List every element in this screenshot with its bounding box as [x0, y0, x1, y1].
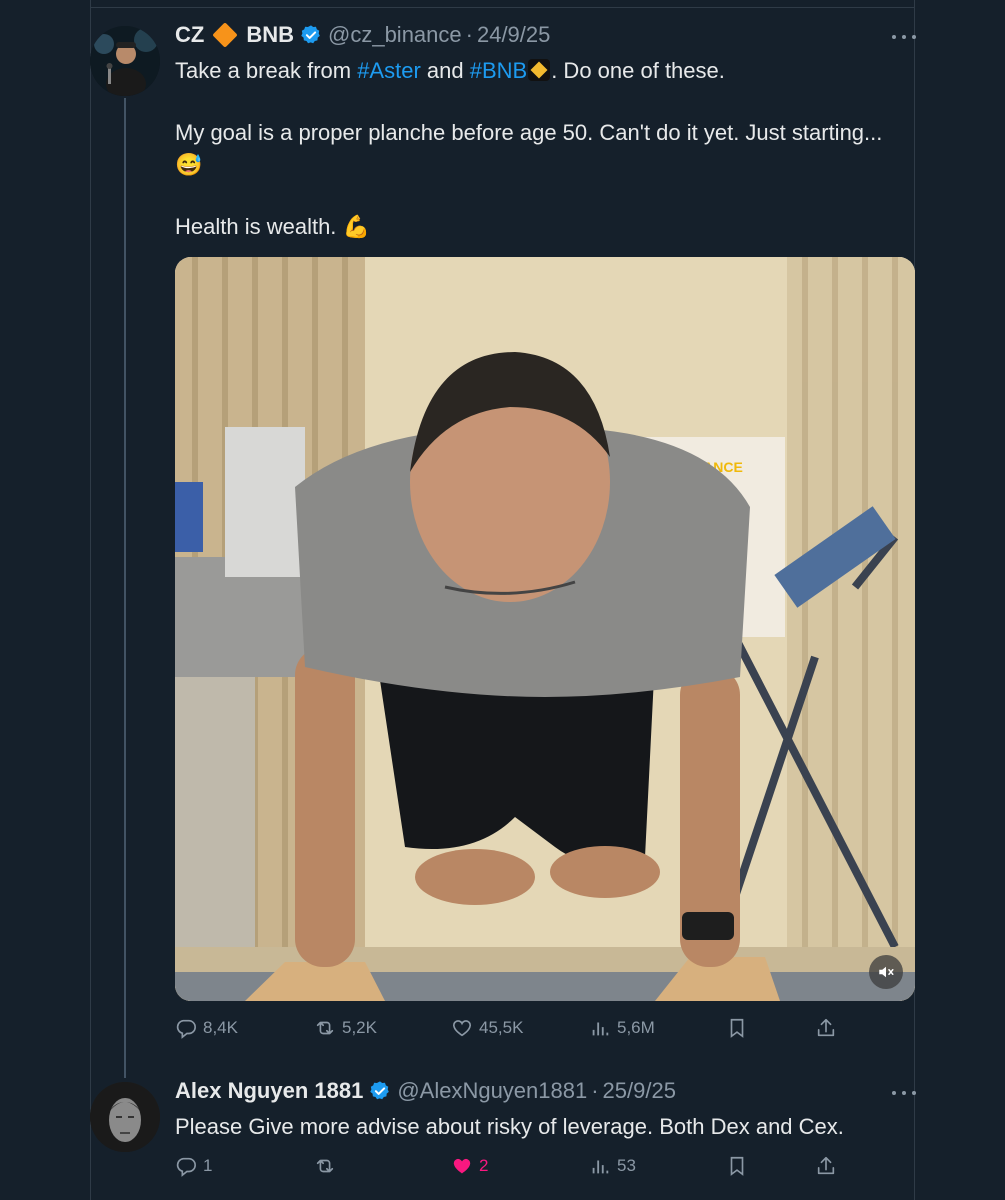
divider — [90, 7, 915, 8]
repost-icon — [316, 1159, 334, 1173]
author-name[interactable]: CZ — [175, 22, 204, 48]
post-header: CZ BNB @cz_binance · 24/9/25 — [175, 22, 550, 48]
reply-author-name[interactable]: Alex Nguyen 1881 — [175, 1078, 363, 1104]
verified-badge-icon — [370, 1081, 390, 1100]
like-button[interactable]: 45,5K — [451, 1017, 523, 1039]
reply-actions: 1 2 53 — [175, 1155, 875, 1179]
mute-button[interactable] — [869, 955, 903, 989]
video-frame-image: BINANCE — [175, 257, 915, 1001]
reply-count: 8,4K — [203, 1018, 238, 1037]
reply-header: Alex Nguyen 1881 @AlexNguyen1881 · 25/9/… — [175, 1078, 676, 1104]
post-video[interactable]: BINANCE — [175, 257, 915, 1001]
timeline-left-border — [90, 0, 91, 1200]
post-text-line1: Take a break from #Aster and #BNB . Do on… — [175, 56, 725, 86]
more-icon[interactable] — [892, 32, 916, 42]
repost-count: 5,2K — [342, 1018, 377, 1037]
views-icon — [592, 1022, 609, 1036]
views-icon — [592, 1160, 609, 1174]
reply-icon — [176, 1157, 196, 1177]
author-handle[interactable]: @cz_binance — [328, 22, 462, 48]
post-text-line3: Health is wealth. 💪 — [175, 212, 370, 242]
post-text-line2: My goal is a proper planche before age 5… — [175, 118, 882, 148]
bookmark-icon — [730, 1018, 744, 1038]
post-date[interactable]: 24/9/25 — [477, 22, 550, 48]
avatar-cz[interactable] — [90, 26, 160, 96]
repost-button[interactable] — [314, 1155, 336, 1177]
reply-text: Please Give more advise about risky of l… — [175, 1114, 844, 1139]
text-segment: . Do one of these. — [551, 58, 725, 83]
text-segment: Health is wealth. — [175, 214, 343, 239]
share-icon — [817, 1156, 835, 1175]
reply-date[interactable]: 25/9/25 — [603, 1078, 676, 1104]
emoji: 😅 — [175, 152, 203, 177]
author-name-bnb[interactable]: BNB — [246, 22, 294, 48]
avatar-cz-image — [90, 26, 160, 96]
mute-icon — [879, 966, 894, 978]
orange-diamond-icon — [212, 22, 239, 48]
flexed-biceps-emoji: 💪 — [342, 214, 370, 239]
views-button[interactable]: 53 — [589, 1155, 636, 1177]
views-button[interactable]: 5,6M — [589, 1017, 655, 1039]
text-segment: My goal is a proper planche before age 5… — [175, 120, 883, 145]
share-icon — [817, 1018, 835, 1037]
bnb-emoji-icon — [528, 59, 551, 81]
repost-icon — [316, 1021, 334, 1035]
reply-icon — [176, 1019, 196, 1039]
share-button[interactable] — [815, 1155, 837, 1177]
views-count: 53 — [617, 1156, 636, 1175]
like-count: 45,5K — [479, 1018, 524, 1037]
bookmark-icon — [730, 1156, 744, 1176]
reply-button[interactable]: 8,4K — [175, 1017, 238, 1039]
reply-button[interactable]: 1 — [175, 1155, 212, 1177]
bookmark-button[interactable] — [726, 1155, 748, 1177]
more-icon[interactable] — [892, 1088, 916, 1098]
text-segment: and — [420, 58, 470, 83]
like-button[interactable]: 2 — [451, 1155, 488, 1177]
share-button[interactable] — [815, 1017, 837, 1039]
reply-author-handle[interactable]: @AlexNguyen1881 — [397, 1078, 587, 1104]
avatar-alex[interactable] — [90, 1082, 160, 1152]
like-icon — [453, 1158, 471, 1174]
sweat-smile-emoji: 😅 — [175, 150, 202, 180]
text-segment: Take a break from — [175, 58, 358, 83]
views-count: 5,6M — [617, 1018, 655, 1037]
verified-badge-icon — [301, 25, 320, 44]
separator-dot: · — [465, 22, 473, 47]
hashtag-aster[interactable]: #Aster — [357, 58, 421, 83]
hashtag-bnb[interactable]: #BNB — [470, 58, 527, 83]
post-actions: 8,4K 5,2K 45,5K 5,6M — [175, 1017, 875, 1041]
repost-button[interactable]: 5,2K — [314, 1017, 377, 1039]
like-count: 2 — [479, 1156, 489, 1175]
thread-connector-line — [124, 98, 126, 1078]
separator-dot: · — [591, 1078, 599, 1103]
like-icon — [452, 1020, 472, 1037]
reply-count: 1 — [203, 1156, 213, 1175]
bookmark-button[interactable] — [726, 1017, 748, 1039]
avatar-alex-image — [90, 1082, 160, 1152]
